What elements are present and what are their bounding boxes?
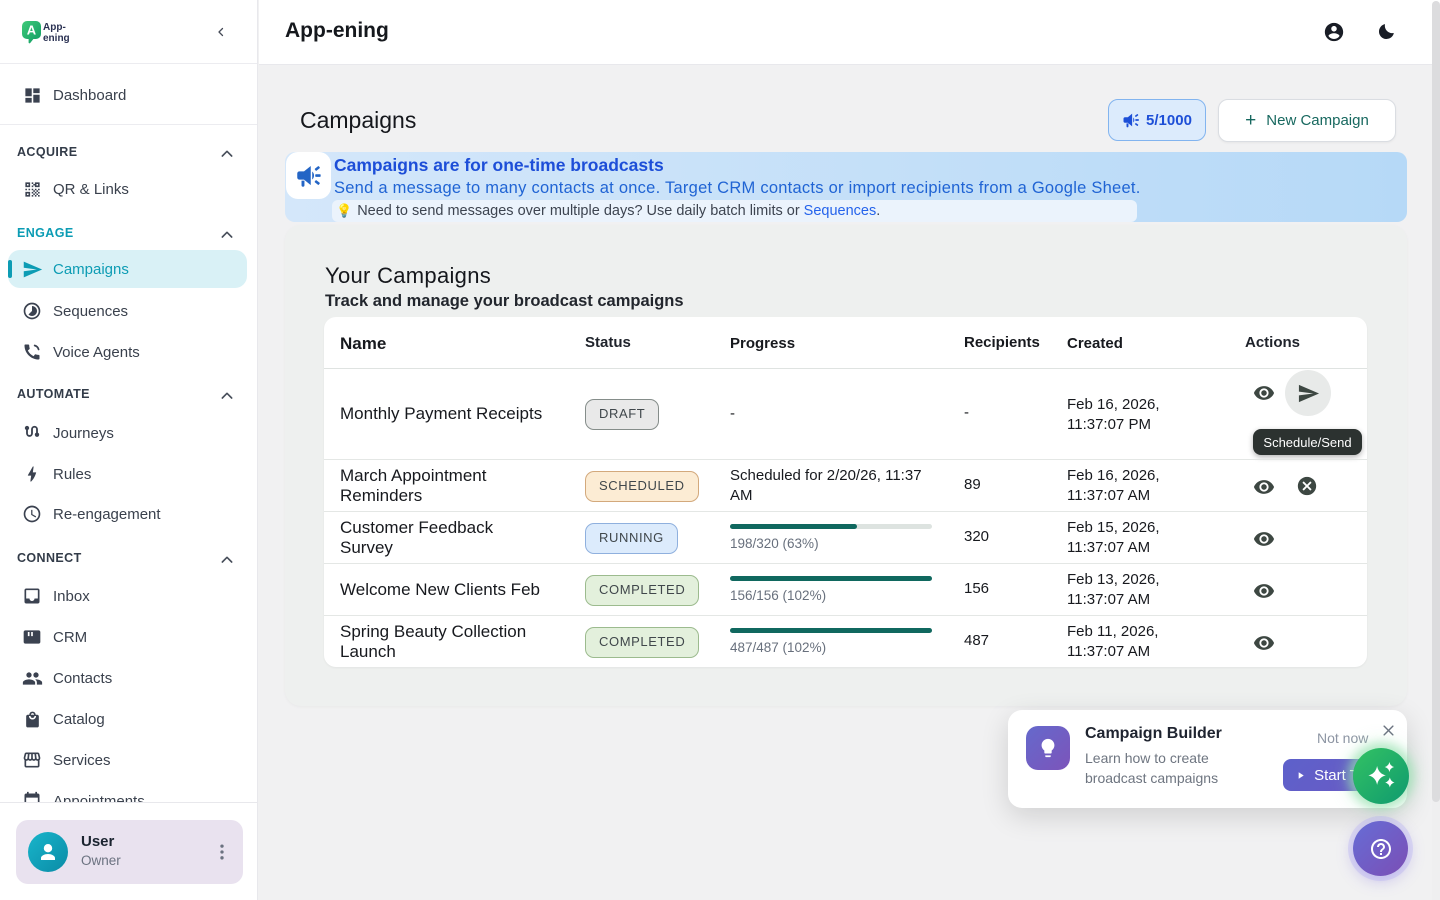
svg-text:A: A (27, 23, 37, 38)
